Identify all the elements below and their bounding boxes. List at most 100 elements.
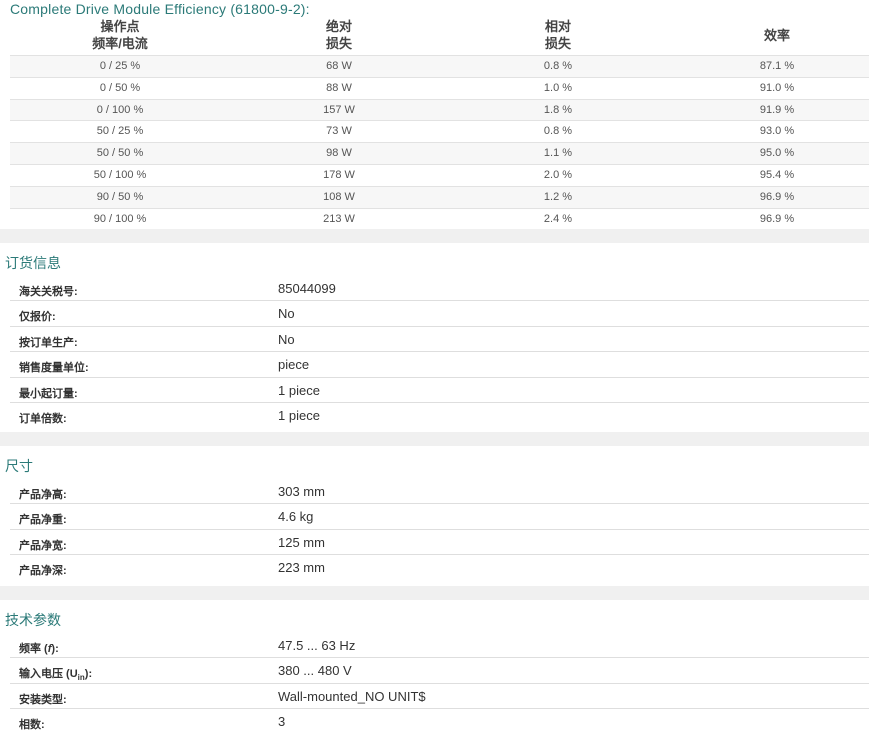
field-value: 85044099 xyxy=(278,281,336,296)
section-divider xyxy=(0,586,869,600)
field-label: 产品净深: xyxy=(19,565,67,578)
label-part: ): xyxy=(51,643,59,655)
field-value: 3 xyxy=(278,714,286,730)
list-item: 按订单生产: No xyxy=(10,327,869,353)
cell-op: 90 / 50 % xyxy=(96,190,144,203)
header-eff: 效率 xyxy=(763,28,790,43)
label-subscript: in xyxy=(77,673,85,683)
field-label: 销售度量单位: xyxy=(19,362,89,375)
cell-abs: 108 W xyxy=(323,190,355,203)
field-value: Wall-mounted_NO UNIT$ xyxy=(278,688,426,704)
field-label: 相数: xyxy=(19,719,45,732)
list-item: 订单倍数: 1 piece xyxy=(10,403,869,427)
field-label: 安装类型: xyxy=(19,693,67,706)
field-label: 最小起订量: xyxy=(19,387,78,400)
table-row: 0 / 25 % 68 W 0.8 % 87.1 % xyxy=(10,55,869,77)
field-value: No xyxy=(278,331,295,347)
field-label: 产品净重: xyxy=(19,514,67,527)
cell-op: 90 / 100 % xyxy=(93,212,147,225)
field-value: 47.5 ... 63 Hz xyxy=(278,638,356,653)
table-row: 0 / 50 % 88 W 1.0 % 91.0 % xyxy=(10,76,869,99)
field-label: 产品净宽: xyxy=(19,539,67,552)
list-item: 产品净宽: 125 mm xyxy=(10,530,869,556)
header-rel-line1: 相对 xyxy=(544,19,571,34)
cell-rel: 0.8 % xyxy=(543,125,573,138)
cell-eff: 95.4 % xyxy=(759,168,795,181)
cell-rel: 1.1 % xyxy=(543,147,573,160)
cell-eff: 96.9 % xyxy=(759,212,795,225)
cell-rel: 2.4 % xyxy=(543,212,573,225)
cell-rel: 1.8 % xyxy=(543,103,573,116)
list-item: 输入电压 (Uin): 380 ... 480 V xyxy=(10,658,869,684)
technical-list: 频率 (f): 47.5 ... 63 Hz 输入电压 (Uin): 380 .… xyxy=(10,633,869,734)
field-value: 125 mm xyxy=(278,534,325,550)
table-row: 50 / 50 % 98 W 1.1 % 95.0 % xyxy=(10,142,869,164)
field-value: 1 piece xyxy=(278,407,320,423)
header-op-line2: 频率/电流 xyxy=(92,36,148,51)
field-label: 产品净高: xyxy=(19,489,67,501)
cell-eff: 87.1 % xyxy=(759,60,795,72)
technical-section-title: 技术参数 xyxy=(5,612,61,628)
cell-op: 0 / 25 % xyxy=(99,60,141,72)
list-item: 安装类型: Wall-mounted_NO UNIT$ xyxy=(10,684,869,710)
field-value: 1 piece xyxy=(278,382,320,398)
cell-op: 50 / 25 % xyxy=(96,125,144,138)
field-value: 4.6 kg xyxy=(278,509,314,525)
label-part: ): xyxy=(84,668,93,681)
cell-rel: 0.8 % xyxy=(543,60,573,72)
list-item: 产品净高: 303 mm xyxy=(10,479,869,505)
header-abs-line2: 损失 xyxy=(325,36,352,51)
list-item: 海关关税号: 85044099 xyxy=(10,276,869,302)
dimensions-section-title: 尺寸 xyxy=(5,458,33,474)
header-operating-point: 操作点 频率/电流 xyxy=(10,18,230,52)
table-row: 0 / 100 % 157 W 1.8 % 91.9 % xyxy=(10,98,869,121)
label-part: 频率 ( xyxy=(19,643,48,655)
list-item: 频率 (f): 47.5 ... 63 Hz xyxy=(10,633,869,659)
field-label: 频率 (f): xyxy=(19,640,59,656)
cell-rel: 1.2 % xyxy=(543,190,573,203)
label-part: 输入电压 (U xyxy=(19,668,78,681)
efficiency-title: Complete Drive Module Efficiency (61800-… xyxy=(10,1,310,17)
dimensions-list: 产品净高: 303 mm 产品净重: 4.6 kg 产品净宽: 125 mm 产品净深… xyxy=(10,479,869,580)
ordering-info-list: 海关关税号: 85044099 仅报价: No 按订单生产: No 销售度量单位: pi… xyxy=(10,276,869,427)
field-label: 按订单生产: xyxy=(19,336,78,349)
cell-abs: 73 W xyxy=(326,125,352,138)
field-value: piece xyxy=(278,357,310,373)
table-row: 90 / 50 % 108 W 1.2 % 96.9 % xyxy=(10,185,869,208)
header-abs-line1: 绝对 xyxy=(325,19,352,34)
cell-abs: 98 W xyxy=(326,147,352,160)
cell-abs: 178 W xyxy=(323,168,355,181)
cell-op: 50 / 50 % xyxy=(96,147,144,160)
cell-eff: 91.9 % xyxy=(759,103,795,116)
cell-op: 0 / 100 % xyxy=(96,103,144,116)
cell-eff: 96.9 % xyxy=(759,190,795,203)
field-value: 303 mm xyxy=(278,484,325,499)
cell-abs: 157 W xyxy=(323,103,355,116)
list-item: 产品净重: 4.6 kg xyxy=(10,504,869,530)
table-row: 50 / 25 % 73 W 0.8 % 93.0 % xyxy=(10,120,869,142)
list-item: 销售度量单位: piece xyxy=(10,352,869,378)
field-value: No xyxy=(278,306,295,322)
field-label: 仅报价: xyxy=(19,311,56,324)
header-efficiency: 效率 xyxy=(668,27,869,44)
section-divider xyxy=(0,432,869,446)
efficiency-table-header: 操作点 频率/电流 绝对 损失 相对 损失 效率 xyxy=(10,18,869,55)
list-item: 产品净深: 223 mm xyxy=(10,555,869,579)
efficiency-table: 0 / 25 % 68 W 0.8 % 87.1 % 0 / 50 % 88 W 1.0 … xyxy=(10,55,869,229)
cell-abs: 213 W xyxy=(323,212,355,225)
cell-rel: 2.0 % xyxy=(543,168,573,181)
cell-eff: 93.0 % xyxy=(759,125,795,138)
table-row: 50 / 100 % 178 W 2.0 % 95.4 % xyxy=(10,163,869,186)
list-item: 仅报价: No xyxy=(10,301,869,327)
cell-abs: 88 W xyxy=(326,81,352,94)
list-item: 最小起订量: 1 piece xyxy=(10,378,869,403)
table-row: 90 / 100 % 213 W 2.4 % 96.9 % xyxy=(10,207,869,230)
field-value: 380 ... 480 V xyxy=(278,663,352,679)
field-label: 订单倍数: xyxy=(19,412,67,425)
header-relative-loss: 相对 损失 xyxy=(448,18,668,52)
cell-op: 50 / 100 % xyxy=(93,168,147,181)
field-label: 海关关税号: xyxy=(19,286,78,298)
cell-eff: 91.0 % xyxy=(759,81,795,94)
ordering-section-title: 订货信息 xyxy=(5,255,61,271)
header-op-line1: 操作点 xyxy=(100,19,140,34)
